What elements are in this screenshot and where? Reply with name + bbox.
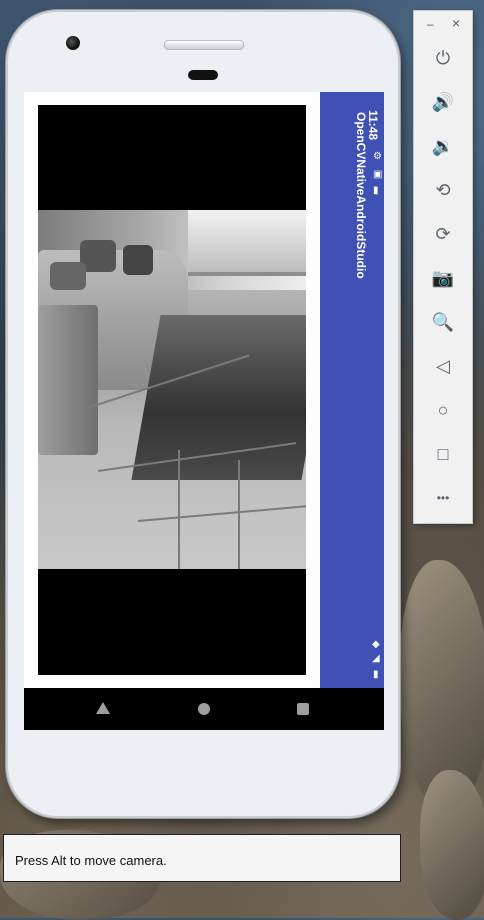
zoom-button[interactable]: 🔍 bbox=[428, 307, 458, 337]
floor-line bbox=[178, 450, 180, 569]
close-button[interactable]: × bbox=[452, 15, 460, 31]
earpiece bbox=[188, 70, 218, 80]
sd-card-icon: ▮ bbox=[373, 185, 379, 196]
volume-up-button[interactable]: 🔊 bbox=[428, 87, 458, 117]
app-content-area bbox=[24, 92, 320, 688]
sofa-arm bbox=[38, 305, 98, 455]
more-button[interactable]: ••• bbox=[428, 483, 458, 513]
wifi-icon: ◆ bbox=[372, 639, 380, 650]
volume-up-icon: 🔊 bbox=[431, 91, 455, 112]
emulator-toolbar: – × ⏻ 🔊 🔉 ⟲ ⟳ 📷 🔍 ◁ ○ □ ••• bbox=[413, 10, 473, 524]
rotate-right-button[interactable]: ⟳ bbox=[428, 219, 458, 249]
floor-line bbox=[137, 505, 306, 522]
image-icon: ▣ bbox=[373, 169, 383, 180]
front-camera-icon bbox=[66, 36, 80, 50]
power-button[interactable]: ⏻ bbox=[428, 43, 458, 73]
power-icon: ⏻ bbox=[435, 47, 451, 68]
android-nav-bar bbox=[24, 688, 384, 730]
camera-preview[interactable] bbox=[38, 105, 306, 675]
camera-image bbox=[38, 210, 306, 569]
zoom-icon: 🔍 bbox=[431, 311, 455, 332]
rotate-right-icon: ⟳ bbox=[435, 223, 451, 244]
screenshot-button[interactable]: 📷 bbox=[428, 263, 458, 293]
phone-screen[interactable]: 11:48 OpenCVNativeAndroidStudio ⚙ ▣ ▮ ◆ … bbox=[24, 92, 384, 730]
phone-device: 11:48 OpenCVNativeAndroidStudio ⚙ ▣ ▮ ◆ … bbox=[6, 10, 400, 818]
pillow bbox=[50, 262, 86, 290]
status-time: 11:48 bbox=[366, 110, 380, 141]
back-triangle-icon: ◁ bbox=[436, 355, 450, 376]
recents-icon[interactable] bbox=[292, 698, 314, 720]
status-bar bbox=[320, 92, 384, 688]
volume-down-button[interactable]: 🔉 bbox=[428, 131, 458, 161]
app-title: OpenCVNativeAndroidStudio bbox=[354, 112, 368, 279]
rotate-left-button[interactable]: ⟲ bbox=[428, 175, 458, 205]
overview-button[interactable]: □ bbox=[428, 439, 458, 469]
background-rock bbox=[420, 770, 484, 920]
rug bbox=[131, 315, 306, 480]
home-button[interactable]: ○ bbox=[428, 395, 458, 425]
floor-line bbox=[238, 460, 240, 569]
home-icon[interactable] bbox=[193, 698, 215, 720]
minimize-button[interactable]: – bbox=[427, 17, 434, 31]
more-dots-icon: ••• bbox=[436, 491, 450, 505]
signal-icon: ◢ bbox=[372, 653, 380, 664]
gear-icon: ⚙ bbox=[373, 151, 382, 162]
camera-icon: 📷 bbox=[431, 267, 455, 288]
battery-icon: ▮ bbox=[373, 669, 379, 680]
volume-down-icon: 🔉 bbox=[431, 135, 455, 156]
back-icon[interactable] bbox=[92, 698, 114, 720]
pillow bbox=[123, 245, 153, 275]
overview-square-icon: □ bbox=[437, 443, 449, 464]
rotate-left-icon: ⟲ bbox=[435, 179, 451, 200]
back-button[interactable]: ◁ bbox=[428, 351, 458, 381]
window bbox=[188, 210, 306, 276]
top-speaker bbox=[164, 40, 244, 50]
home-circle-icon: ○ bbox=[437, 399, 449, 420]
camera-tooltip: Press Alt to move camera. bbox=[3, 834, 401, 882]
